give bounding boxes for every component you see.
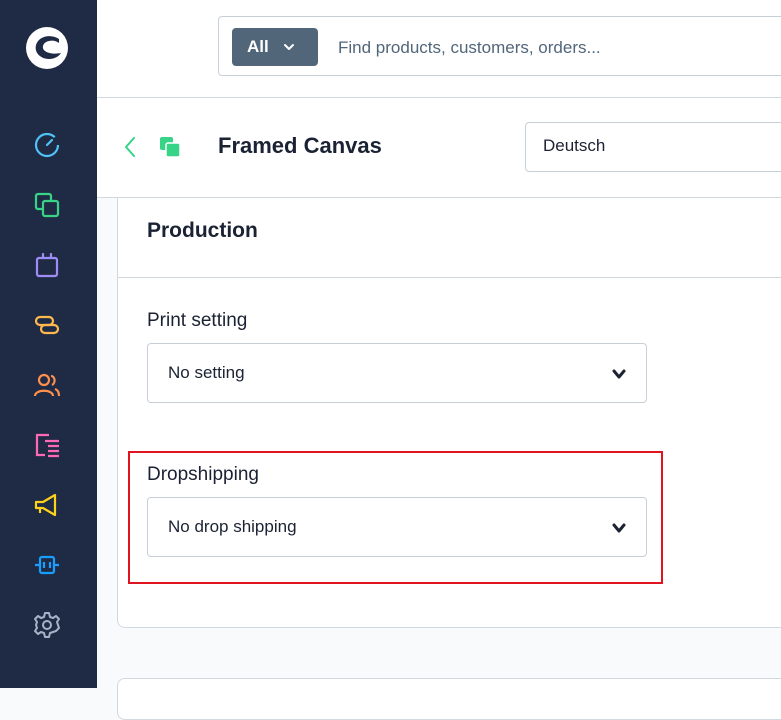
print-setting-select[interactable]: No setting (147, 343, 647, 403)
chevron-down-icon (612, 369, 626, 379)
print-setting-label: Print setting (147, 310, 248, 331)
customers-icon[interactable] (33, 371, 61, 399)
dashboard-icon[interactable] (33, 131, 61, 159)
page-title: Framed Canvas (218, 133, 382, 158)
marketing-icon[interactable] (33, 491, 61, 519)
shopware-logo-icon[interactable] (25, 26, 69, 70)
card-title: Production (147, 219, 258, 242)
card-divider (118, 277, 781, 278)
search-scope-label: All (247, 37, 269, 56)
search-scope-button[interactable]: All (232, 28, 318, 66)
language-select[interactable]: Deutsch (525, 122, 781, 172)
content-icon[interactable] (33, 431, 61, 459)
highlight-box (128, 451, 663, 584)
extensions-icon[interactable] (33, 551, 61, 579)
customers-link-icon[interactable] (33, 311, 61, 339)
search-input[interactable] (336, 32, 780, 64)
settings-icon[interactable] (33, 611, 61, 639)
page-header: Framed Canvas Deutsch (97, 98, 781, 198)
orders-icon[interactable] (33, 251, 61, 279)
chevron-down-icon (283, 44, 294, 50)
print-setting-value: No setting (168, 363, 245, 382)
variant-copy-icon (160, 137, 181, 158)
global-search: All (218, 16, 781, 76)
catalogues-icon[interactable] (33, 191, 61, 219)
top-search-bar: All (97, 0, 781, 98)
next-card (117, 678, 781, 720)
sidebar (0, 0, 97, 688)
back-arrow-icon[interactable] (122, 136, 140, 158)
